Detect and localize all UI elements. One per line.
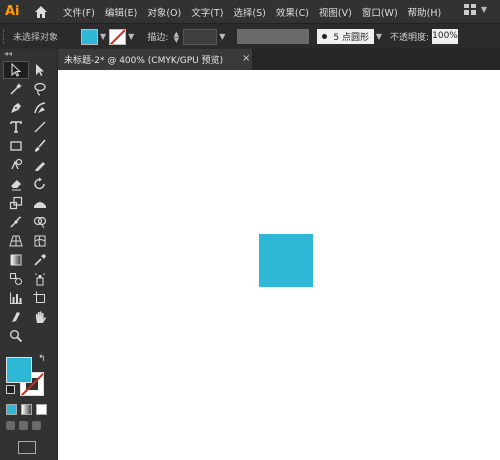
brush-dot-icon	[322, 34, 328, 39]
menu-object[interactable]: 对象(O)	[147, 5, 181, 19]
app-logo: Ai	[5, 3, 20, 19]
eraser-tool-icon[interactable]	[4, 176, 28, 192]
mesh-tool-icon[interactable]	[28, 233, 52, 249]
menu-edit[interactable]: 编辑(E)	[105, 5, 137, 19]
blend-tool-icon[interactable]	[4, 271, 28, 287]
draw-behind-icon[interactable]	[19, 421, 28, 430]
symbol-sprayer-tool-icon[interactable]	[28, 271, 52, 287]
document-tab[interactable]: 未标题-2* @ 400% (CMYK/GPU 预览)	[58, 49, 252, 70]
slice-tool-icon[interactable]	[4, 309, 28, 325]
brush-definition[interactable]: 5 点圆形	[317, 29, 374, 44]
chevron-down-icon[interactable]: ▼	[217, 32, 227, 41]
column-graph-tool-icon[interactable]	[4, 290, 28, 306]
draw-inside-icon[interactable]	[32, 421, 41, 430]
artboard-canvas[interactable]	[58, 70, 500, 460]
rotate-tool-icon[interactable]	[28, 176, 52, 192]
default-colors-icon[interactable]	[6, 385, 15, 394]
menu-bar: Ai 文件(F) 编辑(E) 对象(O) 文字(T) 选择(S) 效果(C) 视…	[0, 0, 500, 23]
draw-mode-buttons	[6, 421, 41, 430]
home-icon[interactable]	[33, 4, 49, 20]
puppet-warp-tool-icon[interactable]	[4, 214, 28, 230]
eyedropper-tool-icon[interactable]	[28, 252, 52, 268]
hand-tool-icon[interactable]	[28, 309, 52, 325]
none-mode-icon[interactable]	[36, 404, 47, 415]
selection-status: 未选择对象	[13, 33, 59, 43]
panel-grip[interactable]	[3, 29, 8, 44]
chevron-down-icon[interactable]: ▼	[374, 32, 384, 41]
cyan-rectangle[interactable]	[259, 234, 313, 287]
menu-select[interactable]: 选择(S)	[233, 5, 265, 19]
screen-mode-icon[interactable]	[18, 441, 36, 454]
paintbrush-tool-icon[interactable]	[28, 138, 52, 154]
menu-help[interactable]: 帮助(H)	[408, 5, 442, 19]
close-icon[interactable]: ×	[242, 53, 250, 64]
control-bar: 未选择对象 ▼ ▼ 描边: ▲ ▼ ▼ 5 点圆形 ▼ 不透明度: 100%	[0, 23, 500, 50]
type-tool-icon[interactable]	[4, 119, 28, 135]
rectangle-tool-icon[interactable]	[4, 138, 28, 154]
artboard-tool-icon[interactable]	[28, 290, 52, 306]
stroke-weight-field[interactable]	[183, 28, 218, 45]
pen-tool-icon[interactable]	[4, 100, 28, 116]
chevron-down-icon[interactable]: ▼	[128, 32, 134, 41]
zoom-tool-icon[interactable]	[4, 328, 28, 344]
draw-normal-icon[interactable]	[6, 421, 15, 430]
gradient-tool-icon[interactable]	[4, 252, 28, 268]
stroke-swatch[interactable]	[109, 28, 127, 45]
document-title: 未标题-2* @ 400% (CMYK/GPU 预览)	[64, 56, 224, 66]
workspace-switcher[interactable]: ▼	[463, 4, 490, 15]
chevron-down-icon[interactable]: ▼	[100, 32, 106, 41]
stroke-stepper[interactable]: ▲ ▼	[171, 30, 181, 43]
scale-tool-icon[interactable]	[4, 195, 28, 211]
menu-type[interactable]: 文字(T)	[191, 5, 223, 19]
color-mode-icon[interactable]	[6, 404, 17, 415]
direct-selection-tool-icon[interactable]	[28, 62, 52, 78]
fill-stroke-widget: ↰	[4, 354, 54, 404]
menu-file[interactable]: 文件(F)	[63, 5, 95, 19]
tools-panel: ◂◂ ↰	[0, 49, 58, 460]
fill-swatch[interactable]	[81, 28, 98, 45]
magic-wand-tool-icon[interactable]	[4, 81, 28, 97]
document-tab-bar: 未标题-2* @ 400% (CMYK/GPU 预览) ×	[58, 49, 500, 70]
swap-fill-stroke-icon[interactable]: ↰	[38, 354, 46, 364]
menu-effect[interactable]: 效果(C)	[276, 5, 309, 19]
color-mode-buttons	[6, 404, 47, 415]
variable-width-profile[interactable]	[237, 29, 310, 44]
lasso-tool-icon[interactable]	[28, 81, 52, 97]
perspective-grid-tool-icon[interactable]	[4, 233, 28, 249]
stroke-label: 描边:	[147, 33, 169, 43]
shaper-tool-icon[interactable]	[4, 157, 28, 173]
menu-window[interactable]: 窗口(W)	[362, 5, 398, 19]
opacity-field[interactable]: 100%	[432, 29, 458, 44]
selection-tool-icon[interactable]	[3, 61, 29, 79]
menu-view[interactable]: 视图(V)	[319, 5, 352, 19]
pencil-tool-icon[interactable]	[28, 157, 52, 173]
brush-label: 5 点圆形	[333, 33, 369, 43]
width-tool-icon[interactable]	[28, 195, 52, 211]
chevron-down-icon: ▼	[480, 5, 487, 14]
line-segment-tool-icon[interactable]	[28, 119, 52, 135]
shape-builder-tool-icon[interactable]	[28, 214, 52, 230]
workspace-grid-icon	[463, 4, 476, 15]
curvature-tool-icon[interactable]	[28, 100, 52, 116]
opacity-label[interactable]: 不透明度:	[390, 30, 429, 43]
fill-color-swatch[interactable]	[6, 357, 32, 383]
gradient-mode-icon[interactable]	[21, 404, 32, 415]
collapse-panel-icon[interactable]: ◂◂	[0, 49, 57, 59]
